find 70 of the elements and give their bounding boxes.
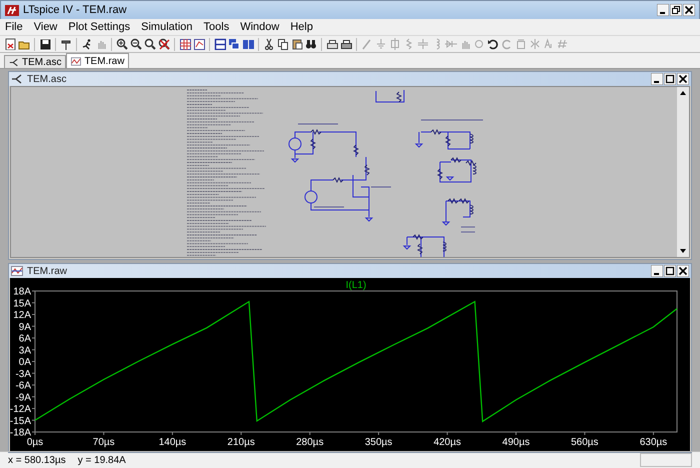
close-button[interactable]: [683, 4, 695, 16]
zoom-out-icon[interactable]: [130, 38, 142, 50]
y-tick-label: -12A: [10, 404, 31, 415]
minimize-button[interactable]: [651, 265, 663, 277]
x-tick-label: 210µs: [227, 437, 255, 448]
menu-item[interactable]: Window: [239, 21, 280, 33]
tile-horizontal-icon[interactable]: [214, 38, 226, 50]
x-tick-label: 420µs: [434, 437, 462, 448]
cascade-icon[interactable]: [228, 38, 240, 50]
cursor-x-readout: x = 580.13µs: [8, 454, 66, 466]
x-tick-label: 350µs: [364, 437, 392, 448]
y-tick-label: 6A: [18, 334, 31, 344]
y-tick-label: 15A: [13, 298, 31, 310]
zoom-cancel-icon[interactable]: [158, 38, 170, 50]
y-tick-label: 12A: [13, 310, 31, 321]
scissors-icon[interactable]: [263, 38, 275, 50]
x-tick-label: 490µs: [502, 437, 530, 448]
waveform-icon: [71, 56, 82, 66]
menu-item[interactable]: Plot Settings: [67, 21, 132, 33]
scrollbar[interactable]: [677, 87, 689, 257]
menu-item[interactable]: Simulation: [140, 21, 194, 33]
tab[interactable]: TEM.raw: [66, 53, 130, 68]
zoom-fit-icon[interactable]: [144, 38, 156, 50]
close-button[interactable]: [677, 73, 689, 85]
waveform-icon: [11, 266, 23, 276]
schematic-icon: [11, 74, 23, 84]
y-tick-label: -15A: [10, 416, 31, 427]
menu-item[interactable]: Help: [289, 21, 314, 33]
y-tick-label: 0A: [18, 357, 31, 368]
schematic-icon: [9, 58, 19, 66]
window-title: TEM.asc: [27, 74, 68, 84]
y-tick-label: 9A: [18, 322, 31, 333]
menu-item[interactable]: Tools: [202, 21, 230, 33]
x-tick-label: 0µs: [26, 437, 44, 448]
window-title: LTspice IV - TEM.raw: [23, 4, 128, 16]
save-icon[interactable]: [39, 38, 51, 50]
paste-icon[interactable]: [291, 38, 303, 50]
x-tick-label: 280µs: [296, 437, 324, 448]
menu-item[interactable]: File: [4, 21, 24, 33]
minimize-button[interactable]: [657, 4, 669, 16]
y-tick-label: -3A: [15, 368, 31, 380]
tab[interactable]: TEM.asc: [4, 55, 66, 68]
x-tick-label: 140µs: [158, 437, 186, 448]
trace-label[interactable]: I(L1): [346, 280, 366, 291]
y-tick-label: 18A: [13, 286, 31, 298]
maximize-button[interactable]: [664, 265, 676, 277]
menu-item[interactable]: View: [32, 21, 58, 33]
grid-icon[interactable]: [179, 38, 191, 50]
zoom-in-icon[interactable]: [116, 38, 128, 50]
y-tick-label: 3A: [18, 345, 31, 356]
x-tick-label: 70µs: [92, 437, 115, 448]
binoculars-icon[interactable]: [305, 38, 317, 50]
maximize-button[interactable]: [664, 73, 676, 85]
y-tick-label: -18A: [10, 428, 31, 438]
cursor-y-readout: y = 19.84A: [78, 454, 126, 466]
close-button[interactable]: [677, 265, 689, 277]
y-tick-label: -9A: [15, 392, 31, 404]
copy-icon[interactable]: [277, 38, 289, 50]
restore-button[interactable]: [670, 4, 682, 16]
x-tick-label: 560µs: [571, 437, 598, 448]
undo-icon[interactable]: [487, 38, 499, 50]
app-logo-icon: [5, 4, 19, 16]
window-title: TEM.raw: [27, 266, 68, 276]
tile-vertical-icon[interactable]: [242, 38, 254, 50]
running-figure-icon[interactable]: [81, 38, 93, 50]
x-tick-label: 630µs: [640, 437, 668, 448]
minimize-button[interactable]: [651, 73, 663, 85]
new-file-icon[interactable]: [4, 38, 16, 50]
printer-icon[interactable]: [340, 38, 352, 50]
y-tick-label: -6A: [15, 380, 31, 392]
